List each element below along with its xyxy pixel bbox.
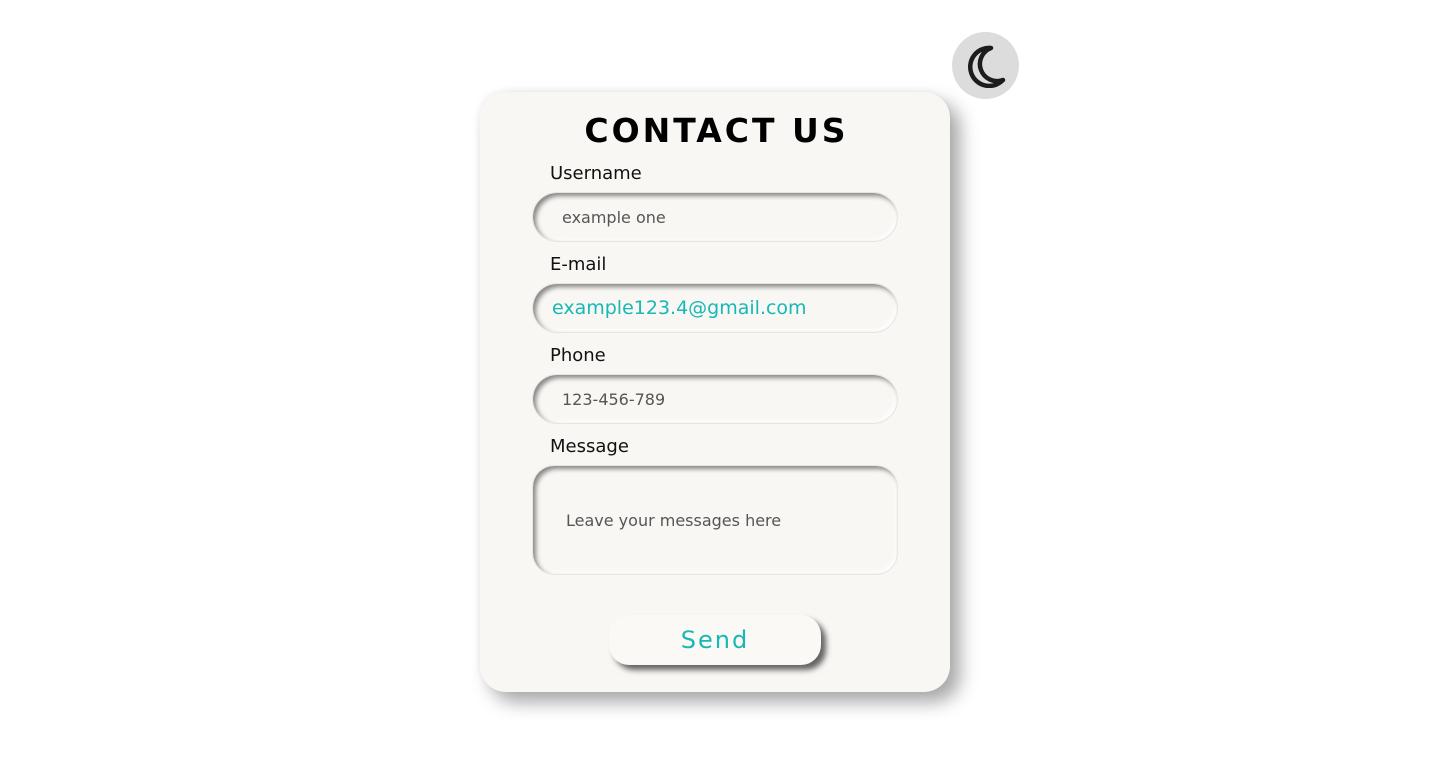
- message-placeholder: Leave your messages here: [566, 511, 782, 530]
- phone-field[interactable]: 123-456-789: [532, 374, 898, 424]
- message-field[interactable]: Leave your messages here: [532, 465, 898, 575]
- email-value: example123.4@gmail.com: [552, 297, 807, 319]
- username-placeholder: example one: [562, 207, 666, 227]
- phone-placeholder: 123-456-789: [562, 389, 666, 409]
- username-label: Username: [550, 163, 642, 184]
- page-title: CONTACT US: [584, 111, 849, 150]
- message-label: Message: [550, 436, 629, 457]
- email-field[interactable]: example123.4@gmail.com: [532, 283, 898, 333]
- email-label: E-mail: [550, 254, 607, 275]
- contact-page: CONTACT US Username example one E-mail e…: [0, 0, 1433, 777]
- username-field[interactable]: example one: [532, 192, 898, 242]
- theme-toggle-button[interactable]: [952, 32, 1019, 99]
- moon-icon: [965, 44, 1007, 88]
- phone-label: Phone: [550, 345, 606, 366]
- send-button[interactable]: Send: [609, 615, 821, 665]
